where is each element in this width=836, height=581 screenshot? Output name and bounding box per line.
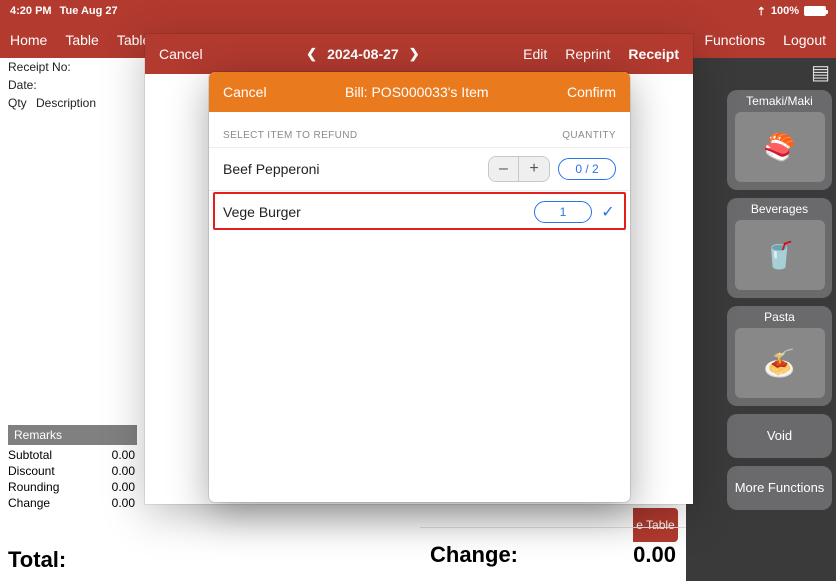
tab-reprint[interactable]: Reprint bbox=[565, 46, 610, 62]
subtotal-val: 0.00 bbox=[112, 448, 135, 462]
barcode-scan-icon[interactable]: ▤ bbox=[811, 64, 830, 82]
more-functions-label: More Functions bbox=[735, 466, 825, 510]
date-display[interactable]: 2024-08-27 bbox=[327, 46, 399, 62]
left-panel: Receipt No: Date: Qty Description Remark… bbox=[0, 58, 145, 581]
status-time: 4:20 PM bbox=[10, 5, 52, 17]
change-bar: Change: 0.00 bbox=[420, 527, 686, 581]
right-panel: ▤ Temaki/Maki 🍣 Beverages 🥤 Pasta 🍝 Void… bbox=[686, 58, 836, 581]
refund-items-modal: Cancel Bill: POS000033's Item Confirm SE… bbox=[209, 72, 630, 502]
nav-logout[interactable]: Logout bbox=[783, 32, 826, 48]
refund-item-row[interactable]: Vege Burger 1 ✓ bbox=[209, 190, 630, 233]
item-name: Vege Burger bbox=[223, 204, 301, 220]
rounding-val: 0.00 bbox=[112, 480, 135, 494]
status-bar: 4:20 PM Tue Aug 27 ⇡ 100% bbox=[0, 0, 836, 22]
next-day-button[interactable]: ❯ bbox=[409, 46, 420, 62]
receipt-no-label: Receipt No: bbox=[8, 60, 71, 74]
status-date: Tue Aug 27 bbox=[60, 5, 118, 17]
change-val: 0.00 bbox=[112, 496, 135, 510]
category-label: Beverages bbox=[751, 198, 808, 220]
more-functions-button[interactable]: More Functions bbox=[727, 466, 832, 510]
rounding-label: Rounding bbox=[8, 480, 59, 494]
refund-confirm[interactable]: Confirm bbox=[567, 84, 616, 100]
nav-home[interactable]: Home bbox=[10, 32, 47, 48]
category-thumb: 🍝 bbox=[735, 328, 825, 398]
nav-functions[interactable]: Functions bbox=[704, 32, 765, 48]
qty-minus-button[interactable]: – bbox=[489, 157, 519, 181]
subtotal-label: Subtotal bbox=[8, 448, 52, 462]
category-label: Pasta bbox=[764, 306, 795, 328]
section-select-label: SELECT ITEM TO REFUND bbox=[223, 130, 358, 141]
check-icon: ✓ bbox=[600, 202, 616, 222]
discount-label: Discount bbox=[8, 464, 55, 478]
wifi-icon: ⇡ bbox=[757, 5, 766, 18]
remarks-bar[interactable]: Remarks bbox=[8, 425, 137, 445]
refund-item-row[interactable]: Beef Pepperoni – + 0 / 2 bbox=[209, 147, 630, 190]
battery-pct: 100% bbox=[771, 5, 799, 17]
nav-table[interactable]: Table bbox=[65, 32, 98, 48]
date-label: Date: bbox=[8, 78, 37, 92]
total-label: Total: bbox=[8, 547, 66, 573]
category-thumb: 🍣 bbox=[735, 112, 825, 182]
void-button[interactable]: Void bbox=[727, 414, 832, 458]
quantity-stepper: – + bbox=[488, 156, 550, 182]
item-name: Beef Pepperoni bbox=[223, 161, 320, 177]
battery-icon bbox=[804, 6, 826, 16]
change-label: Change bbox=[8, 496, 50, 510]
refund-cancel[interactable]: Cancel bbox=[223, 84, 267, 100]
section-quantity-label: QUANTITY bbox=[562, 130, 616, 141]
category-temaki[interactable]: Temaki/Maki 🍣 bbox=[727, 90, 832, 190]
qty-display[interactable]: 1 bbox=[534, 201, 592, 223]
desc-header: Description bbox=[36, 96, 96, 110]
qty-plus-button[interactable]: + bbox=[519, 157, 549, 181]
void-label: Void bbox=[767, 414, 792, 458]
date-modal-cancel[interactable]: Cancel bbox=[159, 46, 203, 62]
discount-val: 0.00 bbox=[112, 464, 135, 478]
tab-edit[interactable]: Edit bbox=[523, 46, 547, 62]
change-bar-label: Change: bbox=[430, 542, 518, 568]
refund-title: Bill: POS000033's Item bbox=[345, 84, 489, 100]
category-label: Temaki/Maki bbox=[746, 90, 813, 112]
qty-header: Qty bbox=[8, 96, 36, 110]
category-beverages[interactable]: Beverages 🥤 bbox=[727, 198, 832, 298]
tab-receipt[interactable]: Receipt bbox=[628, 46, 679, 62]
change-bar-value: 0.00 bbox=[633, 542, 676, 568]
qty-display[interactable]: 0 / 2 bbox=[558, 158, 616, 180]
prev-day-button[interactable]: ❮ bbox=[306, 46, 317, 62]
category-pasta[interactable]: Pasta 🍝 bbox=[727, 306, 832, 406]
category-thumb: 🥤 bbox=[735, 220, 825, 290]
